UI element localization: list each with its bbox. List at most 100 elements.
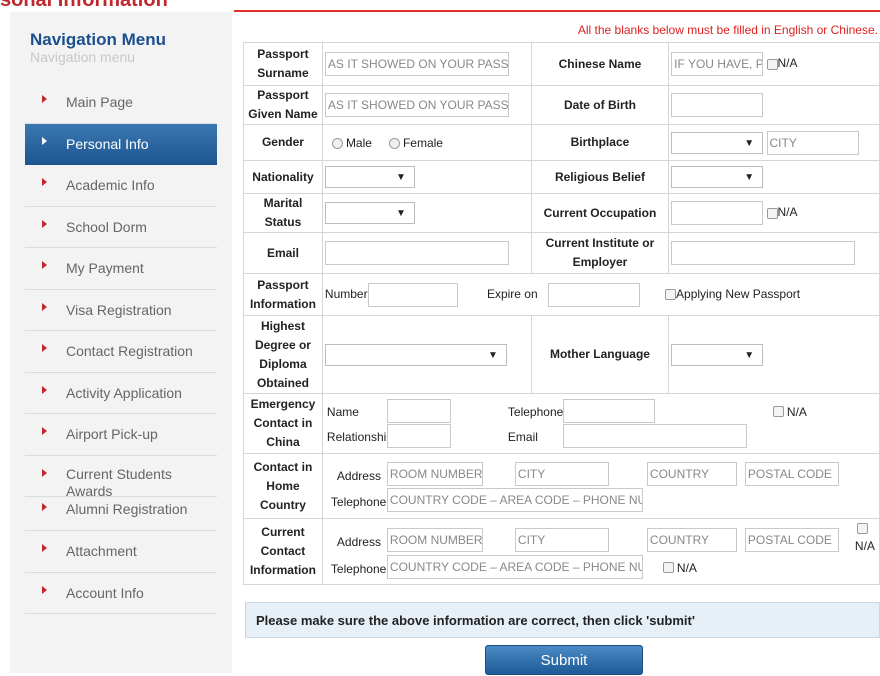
emergency-email-input[interactable] xyxy=(562,423,747,448)
emergency-relationship-label: Relationship xyxy=(326,429,393,444)
home-telephone-input[interactable]: COUNTRY CODE – AREA CODE – PHONE NUMBER xyxy=(386,487,643,512)
home-address-label: Address xyxy=(336,468,381,483)
current-occupation-input[interactable] xyxy=(671,201,764,225)
home-country-input[interactable]: COUNTRY xyxy=(646,461,737,486)
passport-number-input[interactable] xyxy=(367,282,458,307)
personal-info-form: Passport Surname AS IT SHOWED ON YOUR PA… xyxy=(243,42,880,585)
current-institute-input[interactable] xyxy=(671,241,856,265)
nav-item-contact-registration[interactable]: Contact Registration xyxy=(25,331,217,373)
home-room-input[interactable]: ROOM NUMBER & STREET xyxy=(386,461,483,486)
nav-item-label: Academic Info xyxy=(66,177,155,193)
passport-expire-label: Expire on xyxy=(486,286,538,301)
emergency-na-checkbox[interactable] xyxy=(772,405,784,417)
nav-item-attachment[interactable]: Attachment xyxy=(25,531,217,573)
navigation-sidebar: Navigation Menu Navigation menu Main Pag… xyxy=(10,12,232,673)
emergency-name-input[interactable] xyxy=(386,398,451,423)
na-label: N/A xyxy=(854,538,875,553)
new-passport-checkbox[interactable] xyxy=(665,289,677,300)
gender-female-radio[interactable] xyxy=(388,137,400,149)
emergency-email-label: Email xyxy=(507,429,538,444)
current-institute-label: Current Institute or Employer xyxy=(530,232,670,274)
caret-down-icon: ▼ xyxy=(488,349,498,361)
arrow-right-icon xyxy=(42,302,47,311)
nav-item-school-dorm[interactable]: School Dorm xyxy=(25,207,217,248)
nav-item-alumni-registration[interactable]: Alumni Registration xyxy=(25,497,217,531)
nav-item-activity-application[interactable]: Activity Application xyxy=(25,373,217,414)
current-phone-na-checkbox[interactable] xyxy=(662,561,674,573)
arrow-right-icon xyxy=(42,219,47,228)
nav-item-label: My Payment xyxy=(66,260,144,276)
nav-item-visa-registration[interactable]: Visa Registration xyxy=(25,290,217,331)
nav-item-airport-pickup[interactable]: Airport Pick-up xyxy=(25,414,217,456)
passport-given-name-label: Passport Given Name xyxy=(243,85,323,125)
emergency-contact-label: Emergency Contact in China xyxy=(243,393,323,454)
confirm-note: Please make sure the above information a… xyxy=(245,602,880,638)
arrow-right-icon xyxy=(42,344,47,352)
nav-item-label: School Dorm xyxy=(66,218,147,235)
current-telephone-label: Telephone xyxy=(330,561,387,576)
arrow-right-icon xyxy=(42,261,47,269)
mother-language-select[interactable]: ▼ xyxy=(671,343,764,366)
birthplace-label: Birthplace xyxy=(530,124,670,161)
birthplace-country-select[interactable]: ▼ xyxy=(671,131,764,154)
current-country-input[interactable]: COUNTRY xyxy=(646,527,737,552)
current-postal-input[interactable]: POSTAL CODE xyxy=(744,527,839,552)
birthplace-city-input[interactable]: CITY xyxy=(766,130,859,155)
highest-degree-label: Highest Degree or Diploma Obtained xyxy=(243,315,323,394)
mother-language-label: Mother Language xyxy=(530,315,670,394)
passport-expire-input[interactable] xyxy=(547,282,640,307)
nav-item-label: Main Page xyxy=(66,94,133,110)
na-label: N/A xyxy=(777,205,798,220)
gender-female-label: Female xyxy=(402,135,443,150)
nav-item-account-info[interactable]: Account Info xyxy=(25,573,217,614)
nav-item-label: Attachment xyxy=(66,543,137,559)
caret-down-icon: ▼ xyxy=(744,172,755,183)
gender-male-radio[interactable] xyxy=(331,137,343,149)
highest-degree-select[interactable]: ▼ xyxy=(324,343,507,366)
date-of-birth-input[interactable] xyxy=(671,93,764,117)
marital-status-label: Marital Status xyxy=(243,193,323,233)
current-contact-na-checkbox[interactable] xyxy=(856,522,868,534)
passport-number-label: Number xyxy=(324,286,368,301)
nav-item-personal-info[interactable]: Personal Info xyxy=(25,123,217,165)
arrow-right-icon xyxy=(42,178,47,186)
nav-item-academic-info[interactable]: Academic Info xyxy=(25,165,217,207)
arrow-right-icon xyxy=(42,385,47,394)
nav-item-main-page[interactable]: Main Page xyxy=(25,82,217,124)
current-contact-fields: Address ROOM NUMBER & STREET CITY COUNTR… xyxy=(325,521,877,583)
nationality-select[interactable]: ▼ xyxy=(324,166,415,188)
religious-belief-label: Religious Belief xyxy=(530,160,670,194)
email-label: Email xyxy=(243,232,323,274)
date-of-birth-label: Date of Birth xyxy=(530,85,670,125)
occupation-na-checkbox[interactable] xyxy=(766,207,778,219)
emergency-relationship-input[interactable] xyxy=(386,423,451,448)
current-telephone-input[interactable]: COUNTRY CODE – AREA CODE – PHONE NUMBER xyxy=(386,554,643,579)
emergency-telephone-input[interactable] xyxy=(562,398,655,423)
nav-item-my-payment[interactable]: My Payment xyxy=(25,248,217,290)
nav-item-current-students-awards[interactable]: Current Students Awards xyxy=(25,456,217,499)
submit-button[interactable]: Submit xyxy=(485,645,643,675)
passport-given-name-input[interactable]: AS IT SHOWED ON YOUR PASSPORT xyxy=(324,93,509,117)
current-city-input[interactable]: CITY xyxy=(514,527,609,552)
home-postal-input[interactable]: POSTAL CODE xyxy=(744,461,839,486)
nav-item-label: Contact Registration xyxy=(66,343,193,359)
nav-item-label: Activity Application xyxy=(66,384,182,401)
home-city-input[interactable]: CITY xyxy=(514,461,609,486)
chinese-name-na-checkbox[interactable] xyxy=(766,58,778,70)
passport-surname-input[interactable]: AS IT SHOWED ON YOUR PASSPORT xyxy=(324,52,509,76)
gender-label: Gender xyxy=(243,124,323,161)
email-input[interactable] xyxy=(324,241,509,265)
caret-down-icon: ▼ xyxy=(744,137,755,149)
home-telephone-label: Telephone xyxy=(330,494,387,509)
arrow-right-icon xyxy=(42,95,47,103)
arrow-right-icon xyxy=(42,585,47,594)
marital-status-select[interactable]: ▼ xyxy=(324,202,415,224)
current-room-input[interactable]: ROOM NUMBER & STREET xyxy=(386,527,483,552)
nav-item-label: Alumni Registration xyxy=(66,501,188,517)
nav-item-label: Visa Registration xyxy=(66,301,172,318)
nav-subtitle: Navigation menu xyxy=(30,49,136,65)
chinese-name-input[interactable]: IF YOU HAVE, PLEASE FILL xyxy=(671,52,764,76)
religious-belief-select[interactable]: ▼ xyxy=(671,166,764,188)
na-label: N/A xyxy=(786,404,807,419)
arrow-right-icon xyxy=(42,427,47,435)
